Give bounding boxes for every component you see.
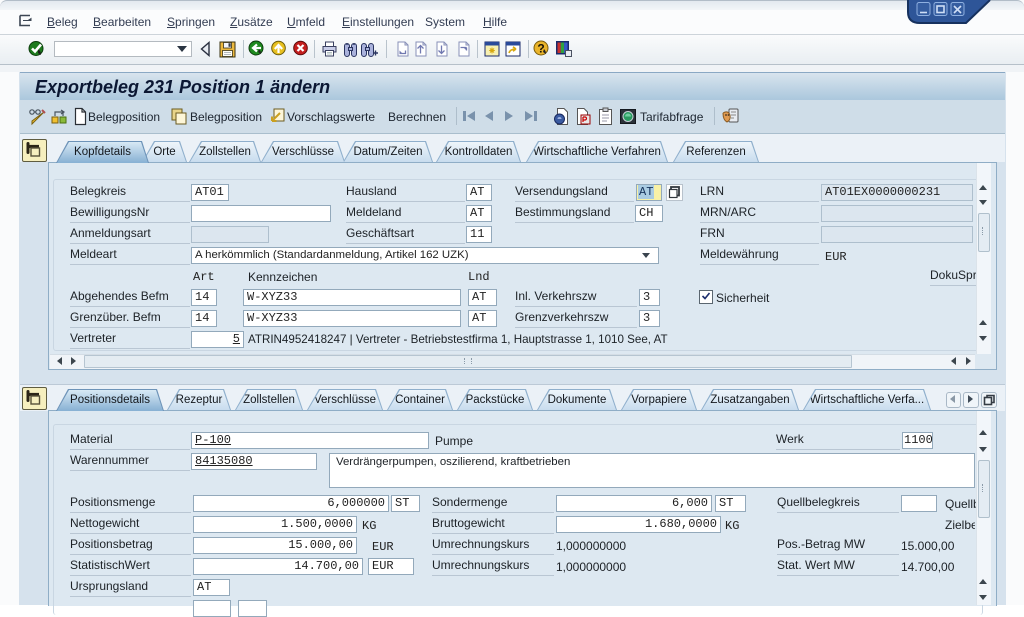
- svg-text:?: ?: [537, 42, 544, 56]
